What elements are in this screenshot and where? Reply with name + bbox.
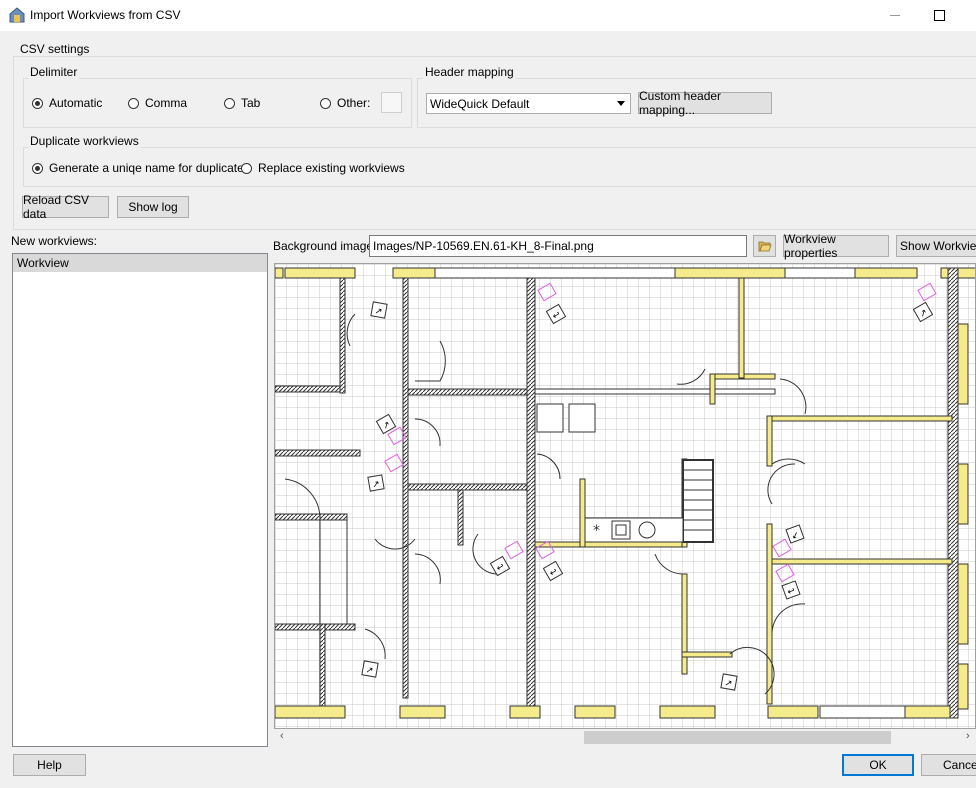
background-image-input[interactable]: Images/NP-10569.EN.61-KH_8-Final.png: [369, 235, 747, 257]
minimize-button[interactable]: [872, 0, 918, 31]
cancel-button[interactable]: Cancel: [921, 754, 976, 776]
minimize-icon: [890, 15, 900, 16]
floor-plan-canvas[interactable]: * ↗ ↩ ↗ ↗ ↗ ↩ ↩ ↙ ↩ ↗ ↗: [274, 263, 976, 729]
header-mapping-select[interactable]: WideQuick Default: [426, 93, 631, 114]
radio-other-indicator: [320, 97, 331, 109]
radio-other-label: Other:: [337, 96, 371, 110]
radio-tab-label: Tab: [241, 96, 261, 110]
folder-open-icon: [758, 241, 772, 252]
new-workviews-label: New workviews:: [11, 234, 98, 248]
header-mapping-value: WideQuick Default: [430, 96, 530, 111]
show-workview-button[interactable]: Show Workview: [896, 235, 976, 257]
radio-generate-unique[interactable]: Generate a uniqe name for duplicates: [32, 161, 250, 175]
staircase: [682, 459, 714, 543]
radio-automatic-label: Automatic: [49, 96, 103, 110]
maximize-button[interactable]: [916, 0, 962, 31]
radio-comma-label: Comma: [145, 96, 188, 110]
app-icon: [9, 7, 25, 23]
custom-header-mapping-button[interactable]: Custom header mapping...: [638, 89, 772, 117]
radio-comma-indicator: [128, 97, 139, 109]
maximize-icon: [933, 10, 945, 21]
ok-button[interactable]: OK: [842, 754, 914, 776]
horizontal-scrollbar[interactable]: ‹ ›: [274, 729, 976, 746]
background-image-label: Background image:: [273, 239, 377, 253]
header-mapping-label: Header mapping: [423, 65, 516, 79]
window-title: Import Workviews from CSV: [30, 8, 181, 22]
radio-tab-indicator: [224, 97, 235, 109]
radio-replace-existing[interactable]: Replace existing workviews: [241, 161, 405, 175]
workviews-list[interactable]: Workview: [12, 253, 268, 747]
scrollbar-thumb[interactable]: [584, 731, 891, 744]
other-delimiter-input[interactable]: [381, 92, 402, 113]
cancel-label: Cancel: [943, 758, 976, 772]
csv-settings-label: CSV settings: [18, 42, 92, 56]
floor-plan: * ↗ ↩ ↗ ↗ ↗ ↩ ↩ ↙ ↩ ↗ ↗: [275, 264, 975, 728]
duplicates-label: Duplicate workviews: [28, 134, 141, 148]
show-workview-label: Show Workview: [900, 239, 976, 253]
radio-generate-indicator: [32, 162, 43, 174]
reload-csv-button[interactable]: Reload CSV data: [22, 193, 109, 221]
svg-text:*: *: [593, 523, 600, 539]
radio-generate-label: Generate a uniqe name for duplicates: [49, 161, 250, 175]
radio-replace-label: Replace existing workviews: [258, 161, 405, 175]
workview-properties-button[interactable]: Workview properties: [783, 232, 889, 260]
list-item[interactable]: Workview: [13, 254, 267, 272]
delimiter-label: Delimiter: [28, 65, 80, 79]
browse-button[interactable]: [753, 235, 776, 257]
radio-replace-indicator: [241, 162, 252, 174]
show-log-button[interactable]: Show log: [117, 196, 189, 218]
help-button[interactable]: Help: [13, 754, 86, 776]
radio-comma[interactable]: Comma: [128, 96, 187, 110]
chevron-down-icon: [617, 101, 625, 106]
radio-automatic-indicator: [32, 97, 43, 109]
scroll-left-icon[interactable]: ‹: [280, 730, 284, 742]
title-bar: Import Workviews from CSV: [0, 0, 976, 31]
radio-automatic[interactable]: Automatic: [32, 96, 102, 110]
scroll-right-icon[interactable]: ›: [966, 730, 970, 742]
radio-tab[interactable]: Tab: [224, 96, 260, 110]
radio-other[interactable]: Other:: [320, 96, 370, 110]
